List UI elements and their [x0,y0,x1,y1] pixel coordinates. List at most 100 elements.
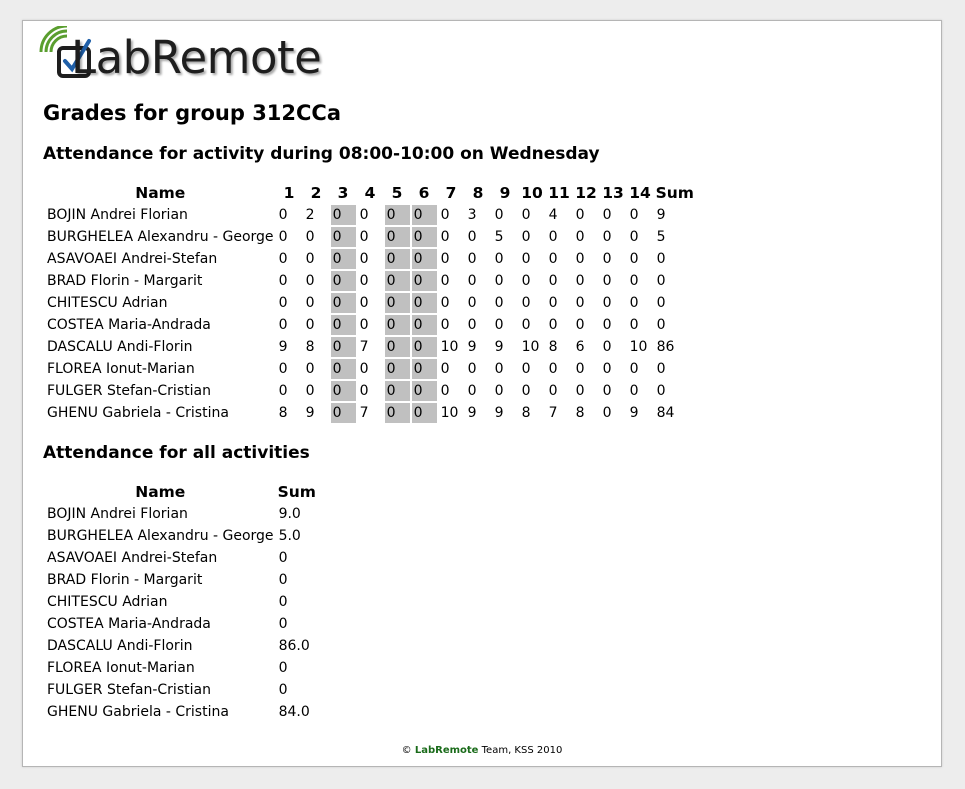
sum-cell: 84.0 [278,704,310,720]
grade-cell: 0 [521,251,531,267]
grade-cell: 0 [330,381,356,401]
sum-cell: 86 [656,339,675,355]
grade-cell: 0 [629,229,639,245]
sum-cell: 0 [278,550,288,566]
sum-cell: 0 [278,682,288,698]
grade-cell: 0 [521,207,531,223]
student-name-cell: FLOREA Ionut-Marian [47,660,195,676]
sum-cell: 0 [656,317,666,333]
grade-cell: 9 [467,339,477,355]
all-attendance-table: Name Sum BOJIN Andrei Florian 9.0 BURGHELEA… [44,480,319,724]
grade-cell: 0 [629,295,639,311]
grade-cell: 0 [467,229,477,245]
grade-cell: 0 [411,403,437,423]
student-name-cell: GHENU Gabriela - Cristina [47,405,229,421]
grade-cell: 9 [467,405,477,421]
sum-cell: 5.0 [278,528,301,544]
grade-cell: 0 [305,229,315,245]
column-header-2: 2 [310,184,322,202]
grade-cell: 0 [278,207,288,223]
grade-cell: 0 [411,381,437,401]
footer-copyright: © [401,745,415,756]
grade-cell: 2 [305,207,315,223]
grade-cell: 0 [278,273,288,289]
grade-cell: 0 [494,383,504,399]
grade-cell: 10 [521,339,540,355]
column-header-3: 3 [337,184,349,202]
grade-cell: 0 [440,273,450,289]
table-row: COSTEA Maria-Andrada 0 [46,614,317,634]
student-name-cell: CHITESCU Adrian [47,594,168,610]
grade-cell: 0 [440,251,450,267]
grade-cell: 0 [629,361,639,377]
table-row: DASCALU Andi-Florin 9 8 0 7 0 0 10 9 9 10 8 6 0 10 86 [46,337,695,357]
column-header-7: 7 [445,184,457,202]
table-row: CHITESCU Adrian 0 0 0 0 0 0 0 0 0 0 0 0 0 0 0 [46,293,695,313]
student-name-cell: FULGER Stefan-Cristian [47,682,211,698]
footer: © LabRemote Team, KSS 2010 [23,745,941,756]
grade-cell: 0 [548,229,558,245]
grade-cell: 8 [278,405,288,421]
grade-cell: 0 [467,295,477,311]
grade-cell: 0 [384,315,410,335]
column-header-1: 1 [283,184,295,202]
table-row: ASAVOAEI Andrei-Stefan 0 0 0 0 0 0 0 0 0 0 0 0 0 0 0 [46,249,695,269]
grade-cell: 0 [411,337,437,357]
grade-cell: 0 [359,273,369,289]
grade-cell: 0 [575,361,585,377]
grade-cell: 7 [548,405,558,421]
column-header-13: 13 [602,184,624,202]
grade-cell: 0 [278,383,288,399]
grade-cell: 0 [384,337,410,357]
student-name-cell: FLOREA Ionut-Marian [47,361,195,377]
grade-cell: 9 [629,405,639,421]
grade-cell: 8 [548,339,558,355]
grade-cell: 9 [494,405,504,421]
table-row: BURGHELEA Alexandru - George 0 0 0 0 0 0 0 0 5 0 0 0… [46,227,695,247]
grade-cell: 9 [278,339,288,355]
column-header-sum: Sum [655,184,694,202]
student-name-cell: BRAD Florin - Margarit [47,273,203,289]
grade-cell: 0 [384,359,410,379]
grade-cell: 0 [602,273,612,289]
grade-cell: 0 [440,295,450,311]
sum-cell: 0 [656,273,666,289]
grade-cell: 5 [494,229,504,245]
grade-cell: 0 [575,273,585,289]
grade-cell: 0 [411,205,437,225]
grade-cell: 0 [359,383,369,399]
labremote-logo[interactable]: LabRemote [39,26,339,84]
student-name-cell: BURGHELEA Alexandru - George [47,229,274,245]
table-row: FLOREA Ionut-Marian 0 0 0 0 0 0 0 0 0 0 0 0 0 0 0 [46,359,695,379]
sum-cell: 0 [278,616,288,632]
grade-cell: 0 [602,295,612,311]
footer-brand-link[interactable]: LabRemote [415,745,479,756]
sum-cell: 0 [278,660,288,676]
grade-cell: 0 [440,229,450,245]
grade-cell: 0 [548,383,558,399]
grade-cell: 0 [359,229,369,245]
grade-cell: 0 [602,383,612,399]
grade-cell: 10 [440,405,459,421]
column-header-5: 5 [391,184,403,202]
grade-cell: 9 [305,405,315,421]
grade-cell: 0 [384,403,410,423]
grade-cell: 0 [411,315,437,335]
student-name-cell: BOJIN Andrei Florian [47,207,188,223]
grade-cell: 0 [278,229,288,245]
grade-cell: 0 [467,383,477,399]
grade-cell: 0 [440,383,450,399]
column-header-14: 14 [629,184,651,202]
table-row: FULGER Stefan-Cristian 0 [46,680,317,700]
student-name-cell: ASAVOAEI Andrei-Stefan [47,251,218,267]
grade-cell: 0 [602,251,612,267]
grade-cell: 0 [521,229,531,245]
table-row: DASCALU Andi-Florin 86.0 [46,636,317,656]
grade-cell: 0 [305,251,315,267]
grade-cell: 0 [494,251,504,267]
student-name-cell: BRAD Florin - Margarit [47,572,203,588]
grade-cell: 8 [305,339,315,355]
grade-cell: 0 [521,295,531,311]
grade-cell: 0 [548,295,558,311]
grade-cell: 0 [629,207,639,223]
